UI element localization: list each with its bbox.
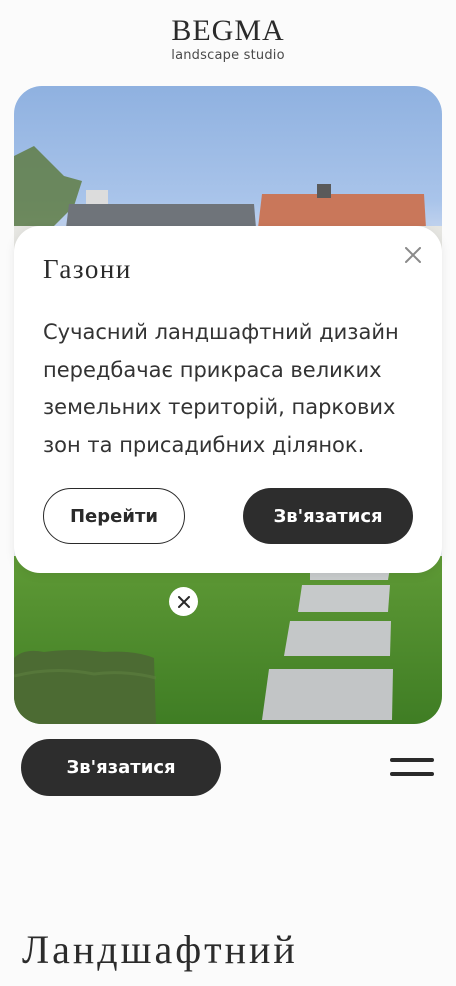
menu-line (390, 772, 434, 776)
section-heading: Ландшафтний (22, 927, 298, 972)
close-icon (405, 247, 421, 263)
contact-popup-button[interactable]: Зв'язатися (243, 488, 413, 544)
close-icon (177, 595, 190, 608)
logo-subtitle: landscape studio (171, 48, 285, 63)
hamburger-menu-icon[interactable] (390, 756, 436, 780)
go-button[interactable]: Перейти (43, 488, 185, 544)
popup-close-button[interactable] (402, 244, 424, 266)
menu-line (390, 758, 434, 762)
info-popup: Газони Сучасний ландшафтний дизайн перед… (14, 226, 442, 573)
hotspot-marker[interactable] (169, 587, 198, 616)
popup-title: Газони (43, 254, 132, 284)
logo[interactable]: BEGMA landscape studio (0, 14, 456, 64)
logo-title: BEGMA (171, 14, 285, 47)
contact-button[interactable]: Зв'язатися (21, 739, 221, 796)
popup-description: Сучасний ландшафтний дизайн передбачає п… (43, 320, 399, 457)
